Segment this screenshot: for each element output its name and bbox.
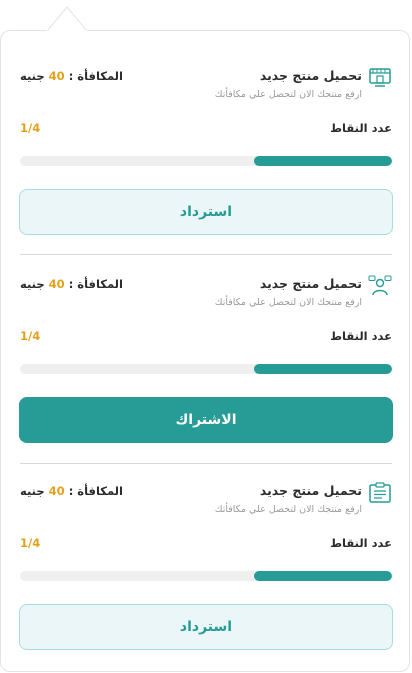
progress-track <box>20 156 392 166</box>
card-title: تحميل منتج جديد <box>259 483 362 498</box>
subscribe-button[interactable]: الاشتراك <box>19 397 393 443</box>
points-value: 1/4 <box>20 536 41 550</box>
reward-card: تحميل منتج جديد ارفع منتجك الان لتحصل عل… <box>19 248 393 443</box>
progress-fill <box>254 364 392 374</box>
progress-fill <box>254 571 392 581</box>
card-title: تحميل منتج جديد <box>259 68 362 83</box>
points-label: عدد النقاط <box>330 536 392 550</box>
card-subtitle: ارفع منتجك الان لتحصل علي مكافأتك <box>214 89 362 100</box>
reward-card: تحميل منتج جديد ارفع منتجك الان لتحصل عل… <box>19 455 393 650</box>
card-title: تحميل منتج جديد <box>259 276 362 291</box>
storefront-icon <box>368 67 392 89</box>
reward-amount: 40 <box>48 277 65 291</box>
card-subtitle: ارفع منتجك الان لتحصل علي مكافأتك <box>214 504 362 515</box>
clipboard-icon <box>368 482 392 504</box>
reward-label: المكافأة : <box>68 277 123 291</box>
reward-label: المكافأة : <box>68 69 123 83</box>
reward-currency: جنيه <box>20 277 45 291</box>
redeem-button[interactable]: استرداد <box>19 189 393 235</box>
reward-currency: جنيه <box>20 69 45 83</box>
reward-text: المكافأة : 40 جنيه <box>20 277 123 291</box>
progress-track <box>20 364 392 374</box>
progress-track <box>20 571 392 581</box>
progress-fill <box>254 156 392 166</box>
points-value: 1/4 <box>20 121 41 135</box>
reward-card: تحميل منتج جديد ارفع منتجك الان لتحصل عل… <box>19 40 393 235</box>
reward-amount: 40 <box>48 484 65 498</box>
reward-amount: 40 <box>48 69 65 83</box>
reward-label: المكافأة : <box>68 484 123 498</box>
card-subtitle: ارفع منتجك الان لتحصل علي مكافأتك <box>214 297 362 308</box>
points-value: 1/4 <box>20 329 41 343</box>
reward-text: المكافأة : 40 جنيه <box>20 69 123 83</box>
reward-currency: جنيه <box>20 484 45 498</box>
points-label: عدد النقاط <box>330 121 392 135</box>
redeem-button[interactable]: استرداد <box>19 604 393 650</box>
points-label: عدد النقاط <box>330 329 392 343</box>
user-chat-icon <box>368 275 392 297</box>
reward-text: المكافأة : 40 جنيه <box>20 484 123 498</box>
